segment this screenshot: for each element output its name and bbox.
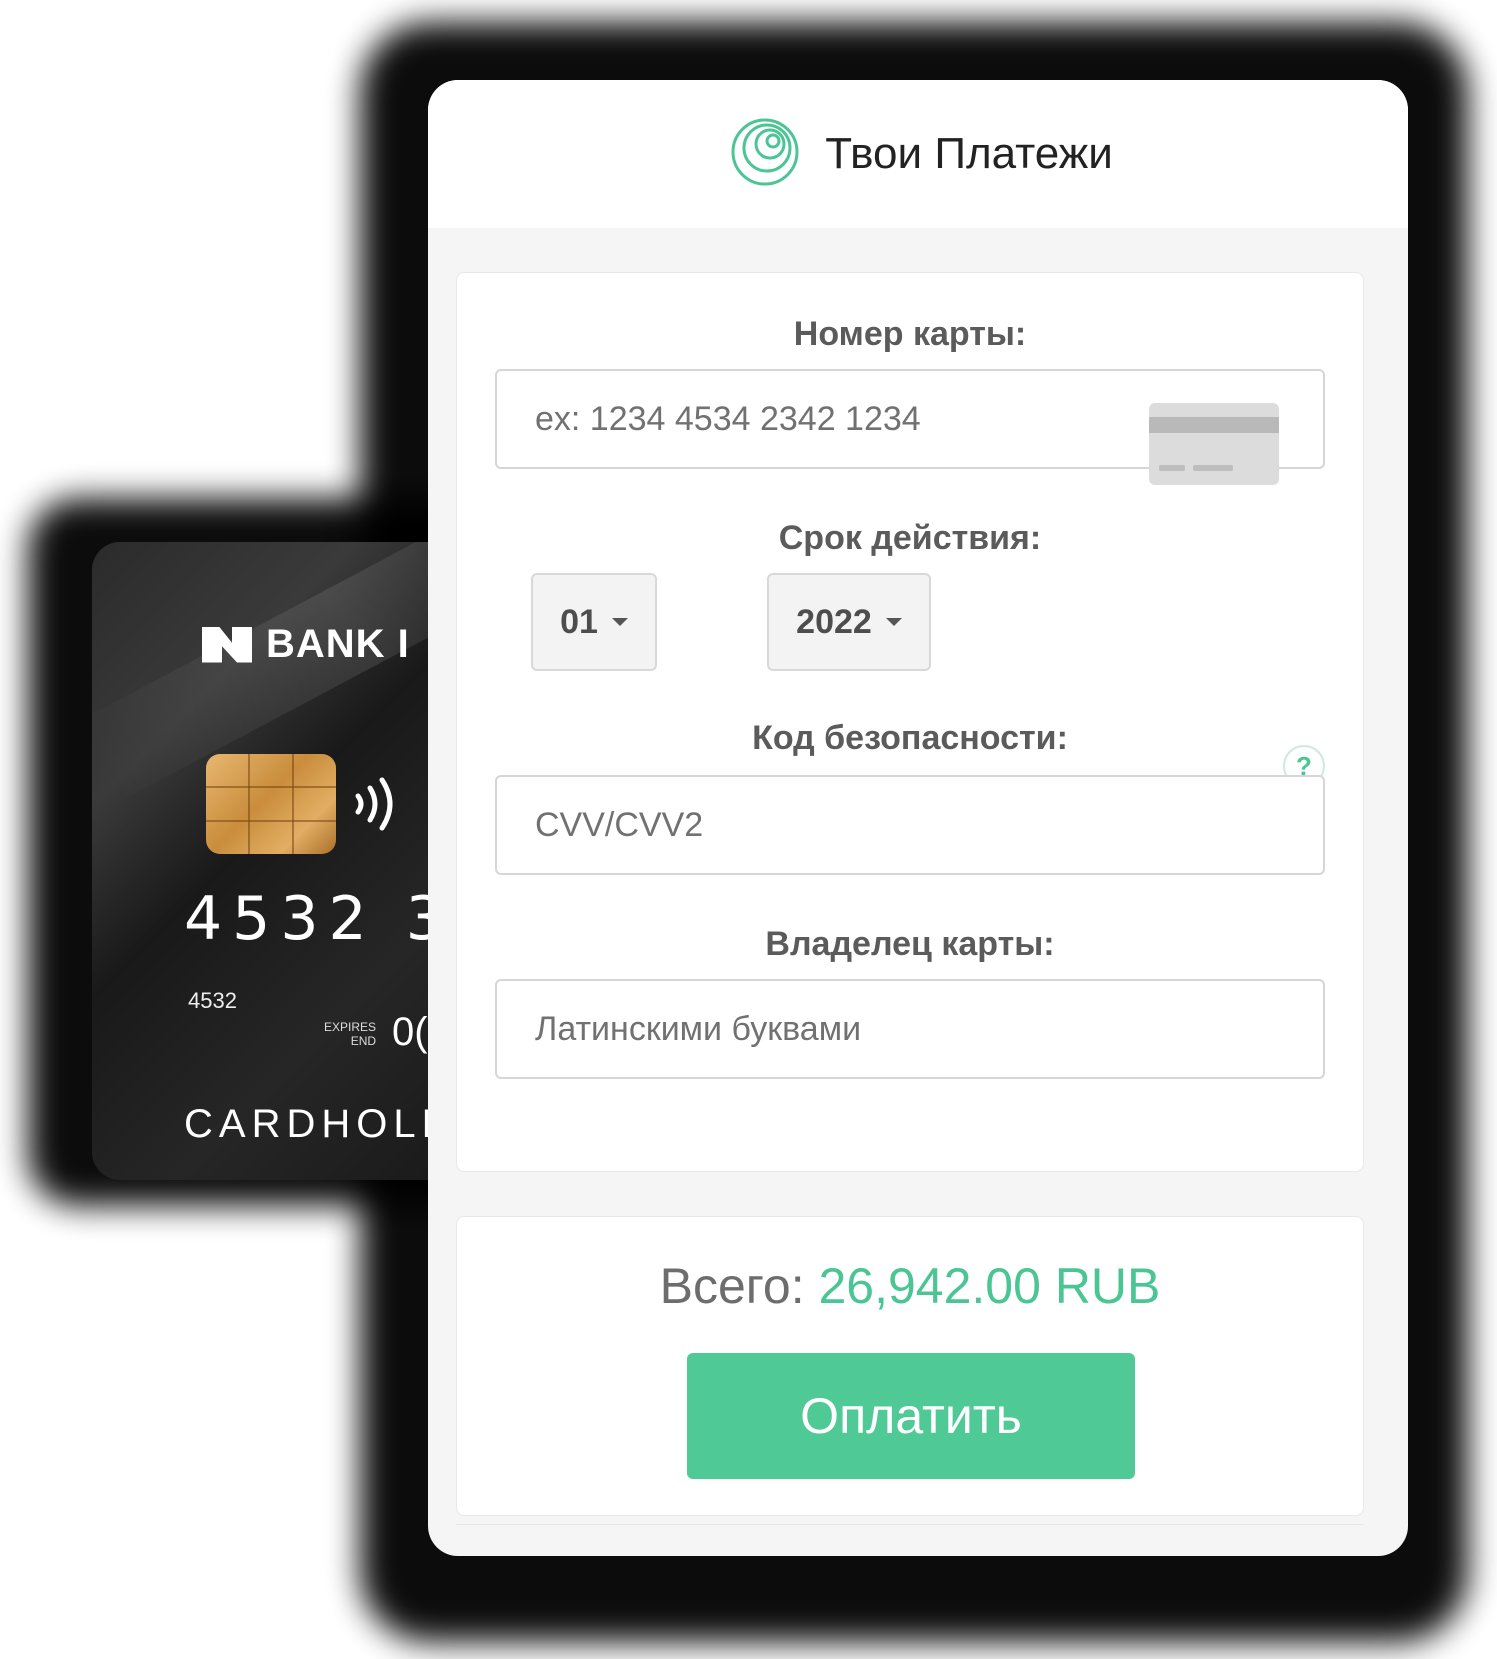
expiry-month-select[interactable]: 01: [531, 573, 657, 671]
expiry-month-value: 01: [560, 602, 598, 641]
expiry-year-value: 2022: [796, 602, 872, 641]
bank-logo-text: BANK I: [266, 622, 410, 666]
cvv-input[interactable]: [495, 775, 1325, 875]
card-number-small: 4532: [188, 988, 237, 1013]
contactless-icon: [355, 777, 393, 831]
chevron-down-icon: [611, 618, 628, 626]
pay-button[interactable]: Оплатить: [687, 1353, 1135, 1479]
brand-name: Твои Платежи: [825, 129, 1113, 178]
panel-header: Твои Платежи: [428, 80, 1408, 228]
total-line: Всего: 26,942.00 RUB: [457, 1257, 1363, 1315]
card-type-icon: [1149, 403, 1279, 485]
chip-icon: [206, 754, 336, 854]
expiry-year-select[interactable]: 2022: [767, 573, 931, 671]
expires-label: EXPIRES END: [324, 1020, 377, 1048]
brand-swirl-icon: [731, 118, 799, 186]
expires-value: 0(: [392, 1010, 428, 1054]
card-number-large: 4532 3: [184, 884, 454, 954]
total-label: Всего:: [659, 1258, 819, 1314]
cardholder-input[interactable]: [495, 979, 1325, 1079]
cvv-label: Код безопасности:: [752, 719, 1068, 757]
card-form: Номер карты: Срок действия: 01 2022 Код …: [456, 272, 1364, 1172]
total-box: Всего: 26,942.00 RUB Оплатить: [456, 1216, 1364, 1516]
bank-logo-icon: [202, 626, 252, 663]
cardholder-name: CARDHOLD: [184, 1102, 457, 1146]
chevron-down-icon: [885, 618, 902, 626]
cardholder-label: Владелец карты:: [765, 925, 1055, 963]
divider: [456, 1524, 1364, 1525]
card-number-label: Номер карты:: [793, 315, 1027, 353]
total-amount: 26,942.00 RUB: [818, 1258, 1161, 1314]
expiry-label: Срок действия:: [778, 519, 1042, 557]
bank-logo: BANK I: [202, 622, 410, 667]
payment-panel: Твои Платежи Номер карты: Срок действия:…: [428, 80, 1408, 1556]
